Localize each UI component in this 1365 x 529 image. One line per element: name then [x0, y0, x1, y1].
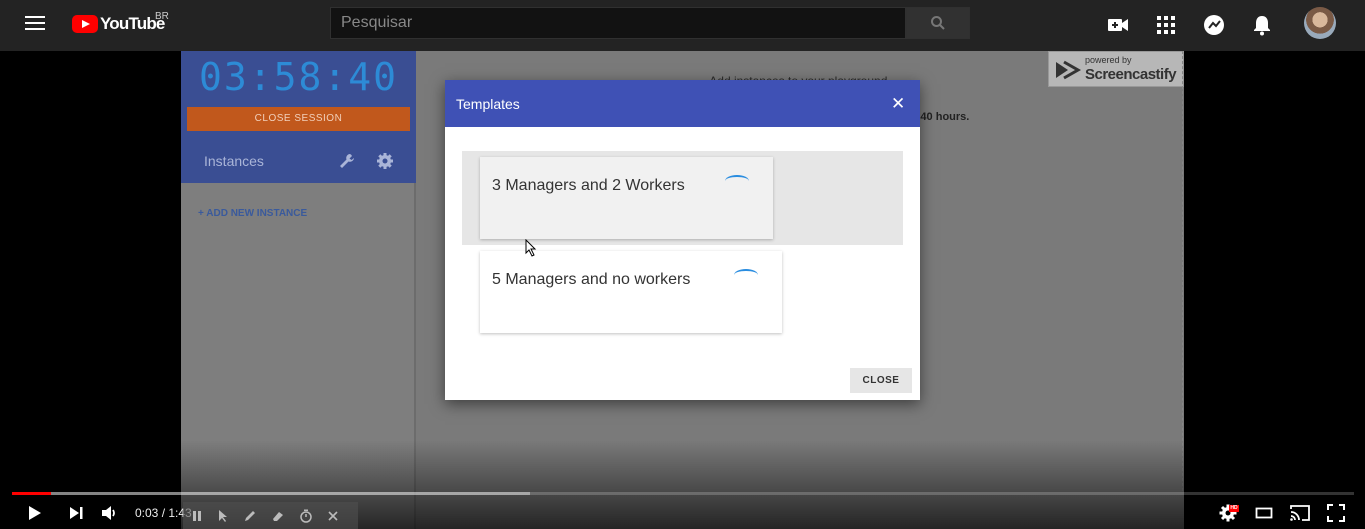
hd-badge: HD: [1229, 505, 1239, 512]
template-card[interactable]: 3 Managers and 2 Workers: [480, 157, 773, 239]
close-session-button[interactable]: CLOSE SESSION: [187, 107, 410, 131]
recording-boundary: [1182, 51, 1183, 491]
youtube-logo[interactable]: YouTube: [72, 13, 165, 35]
add-new-instance-link[interactable]: + ADD NEW INSTANCE: [198, 208, 307, 219]
watermark-brand: Screencastify: [1085, 66, 1177, 83]
dialog-header: Templates ✕: [445, 80, 920, 127]
template-label: 3 Managers and 2 Workers: [492, 177, 685, 194]
template-label: 5 Managers and no workers: [492, 271, 691, 288]
search-icon: [931, 16, 945, 30]
apps-grid-icon[interactable]: [1154, 13, 1178, 37]
screencastify-logo-icon: [1056, 60, 1082, 80]
search-box[interactable]: [330, 7, 906, 39]
instances-label: Instances: [204, 153, 264, 169]
notifications-bell-icon[interactable]: [1250, 13, 1274, 37]
close-toolbar-icon[interactable]: [327, 510, 339, 522]
mouse-cursor-icon: [525, 239, 537, 257]
user-avatar[interactable]: [1304, 7, 1336, 39]
pause-tool-icon[interactable]: [191, 509, 203, 523]
progress-buffered: [12, 492, 530, 495]
dialog-close-button[interactable]: CLOSE: [850, 368, 912, 393]
next-video-icon[interactable]: [66, 503, 86, 523]
pointer-tool-icon[interactable]: [217, 509, 229, 523]
cast-icon[interactable]: [1289, 503, 1311, 523]
loading-spinner-icon: [725, 175, 749, 187]
timer-tool-icon[interactable]: [299, 509, 313, 523]
search-input[interactable]: [331, 8, 905, 38]
session-panel: 03:58:40 CLOSE SESSION Instances: [181, 51, 416, 183]
dialog-title: Templates: [456, 96, 520, 112]
progress-played: [12, 492, 51, 495]
volume-icon[interactable]: [99, 503, 119, 523]
youtube-play-icon: [72, 15, 98, 33]
progress-bar[interactable]: [12, 492, 1354, 495]
youtube-masthead: YouTube BR: [0, 0, 1365, 51]
menu-icon[interactable]: [25, 15, 47, 33]
templates-dialog: Templates ✕ 3 Managers and 2 Workers 5 M…: [445, 80, 920, 400]
wrench-icon[interactable]: [338, 152, 356, 170]
search-button[interactable]: [906, 7, 970, 39]
eraser-tool-icon[interactable]: [271, 509, 285, 523]
create-video-icon[interactable]: [1106, 13, 1130, 37]
watermark-caption: powered by: [1085, 55, 1132, 65]
pen-tool-icon[interactable]: [243, 509, 257, 523]
settings-gear-icon[interactable]: [376, 152, 394, 170]
session-timer: 03:58:40: [198, 55, 399, 99]
screencastify-watermark: powered by Screencastify: [1048, 51, 1184, 87]
region-code: BR: [155, 11, 169, 22]
play-icon[interactable]: [24, 503, 44, 523]
theater-mode-icon[interactable]: [1254, 503, 1274, 523]
loading-spinner-icon: [734, 269, 758, 281]
fullscreen-icon[interactable]: [1326, 503, 1346, 523]
screencastify-toolbar: [183, 502, 358, 529]
template-card[interactable]: 5 Managers and no workers: [480, 251, 782, 333]
messages-icon[interactable]: [1202, 13, 1226, 37]
close-icon[interactable]: ✕: [891, 95, 905, 112]
